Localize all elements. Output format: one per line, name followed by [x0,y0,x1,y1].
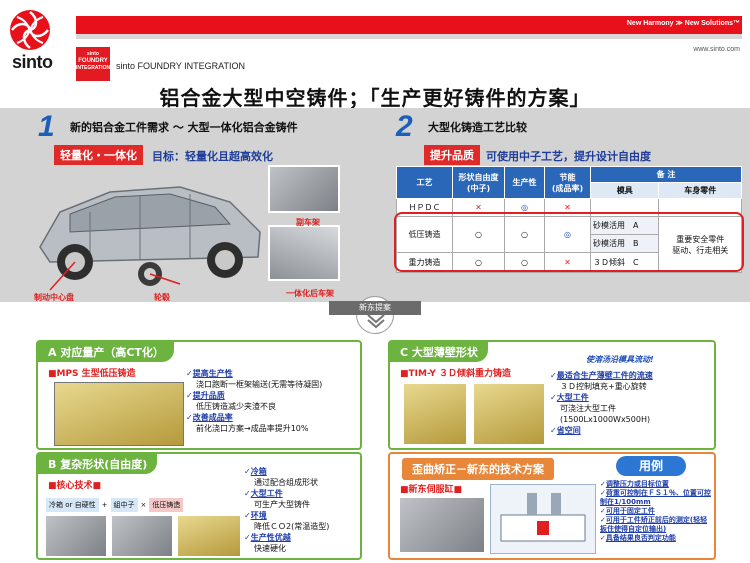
foundry-badge: sinto FOUNDRY INTEGRATION [76,47,110,81]
section2-heading: 大型化铸造工艺比较 [428,121,527,134]
badge-line: FOUNDRY [78,58,108,64]
bullet-body: ３Ｄ控制填充+重心旋转 [560,382,647,391]
panel-c: C 大型薄壁形状 使溶汤沿模具流动! ■TIM-Y ３Ｄ倾斜重力铸造 ✓最适合生… [388,340,716,450]
bullet-head: 大型工件 [250,489,283,498]
label-wheel: 轮毂 [154,293,170,302]
table-highlight-frame [394,212,744,272]
chip-sep: × [140,501,147,509]
lpdc-diagram-image [178,516,240,556]
bullet-head: 生产性优越 [250,533,291,542]
example-tag: 用例 [616,456,686,476]
label-rear-frame: 一体化后车架 [286,289,334,298]
mps-machine-image [54,382,184,446]
bullet-body: (1500Lx1000Wx500H) [560,415,651,424]
core-tech-chips: 冷箱 or 自硬性 + 組中子 × 低压铸造 [46,498,242,512]
bullet-body: 通过配合组成形状 [254,478,318,487]
servo-cylinder-diagram [490,484,596,554]
th-body-parts: 车身零件 [658,182,742,199]
bullet-head: 具备结果良否判定功能 [605,534,676,542]
label-subframe: 副车架 [296,218,320,227]
panel-d-subtitle: ■新东伺服缸■ [400,485,463,495]
bullet-item: ✓改善成品率 [186,413,233,422]
subframe-image [268,165,340,213]
company-name: sinto FOUNDRY INTEGRATION [116,61,246,71]
bullet-head: 环境 [250,511,267,520]
core-box-image [46,516,106,556]
section1-number: 1 [38,110,55,143]
bullet-item: ✓提高生产性 [186,369,233,378]
panel-b-title: B 复杂形状(自由度) [38,454,158,474]
badge-line: sinto [87,51,99,57]
panel-c-note: 使溶汤沿模具流动! [586,355,654,364]
divider-label: 新东提案 [329,301,421,315]
panel-a-bullets: ✓提高生产性 浇口跑断一框架输送(无需等待凝固) ✓提升品质 低压铸造减少夹渣不… [186,368,358,434]
panel-a-subtitle: ■MPS 生型低压铸造 [48,369,136,379]
section2-number: 2 [396,110,413,143]
bullet-head: 大型工件 [556,393,589,402]
th-shape: 形状自由度 (中子) [452,166,505,199]
bullet-body: 低压铸造减少夹渣不良 [196,402,276,411]
panel-d-title: 歪曲矫正－新东的技术方案 [402,458,554,480]
bullet-body: 前化浇口方案→成品率提升10% [196,424,309,433]
bullet-item: ✓提升品质 [186,391,225,400]
section2-goal: 可使用中子工艺，提升设计自由度 [486,150,651,163]
badge-line: INTEGRATION [76,65,111,71]
bullet-body: 浇口跑断一框架输送(无需等待凝固) [196,380,323,389]
header-grey-stripe [76,34,742,39]
rear-frame-image [268,225,340,281]
panel-b-subtitle: ■核心技术■ [48,481,102,491]
chassis-image [400,498,484,552]
th-notes: 备 注 [590,166,742,183]
core-assembly-image [112,516,172,556]
th-process: 工艺 [396,166,453,199]
bullet-head: 省空间 [556,426,581,435]
bullet-head: 改善成品率 [192,413,233,422]
section1-heading: 新的铝合金工件需求 ～ 大型一体化铝合金铸件 [70,121,298,134]
bullet-head: 提高生产性 [192,369,233,378]
section2-tag: 提升品质 [424,145,480,165]
panel-d: 歪曲矫正－新东的技术方案 用例 ■新东伺服缸■ ✓调整压力或目标位置 ✓荷重可控… [388,452,716,560]
panel-a: A 对应量产（高CT化） ■MPS 生型低压铸造 ✓提高生产性 浇口跑断一框架输… [36,340,362,450]
panel-d-bullets: ✓调整压力或目标位置 ✓荷重可控制在ＦＳ１％、位置可控制在1/100mm ✓可用… [600,480,711,542]
tilt-machine-image-2 [474,384,544,444]
bullet-body: 可浇注大型工件 [560,404,616,413]
bullet-head: 可用于固定工件 [605,507,655,515]
panel-c-title: C 大型薄壁形状 [390,342,488,362]
bullet-body: 可生产大型铸件 [254,500,310,509]
bullet-head: 调整压力或目标位置 [605,480,669,488]
panel-c-bullets: ✓最适合生产薄壁工件的流速 ３Ｄ控制填充+重心旋转 ✓大型工件 可浇注大型工件 … [550,370,714,436]
panel-a-title: A 对应量产（高CT化） [38,342,174,362]
chip: 低压铸造 [149,498,184,512]
chip-sep: + [101,501,108,509]
bullet-head: 提升品质 [192,391,225,400]
bullet-body: 快速硬化 [254,544,286,553]
sinto-logo-icon [8,8,52,52]
bullet-head: 可用于工件矫正前后的测定(轻轻扳住使得自定位输出) [600,516,708,533]
website-link[interactable]: www.sinto.com [693,46,740,53]
panel-c-subtitle: ■TIM-Y ３Ｄ倾斜重力铸造 [400,369,512,379]
car-body-image [30,162,270,292]
th-mold: 模具 [589,182,660,199]
label-brake-hub: 制动中心盘 [34,293,74,302]
logo-wordmark: sinto [12,52,53,72]
bullet-head: 最适合生产薄壁工件的流速 [556,371,653,380]
th-productivity: 生产性 [504,166,545,199]
bullet-head: 荷重可控制在ＦＳ１％、位置可控制在1/100mm [600,489,711,506]
bullet-body: 降低ＣＯ2(常温造型) [254,522,330,531]
chip: 組中子 [110,498,138,512]
tagline: New Harmony ≫ New Solutions™ [626,20,740,27]
tilt-machine-image-1 [404,384,466,444]
panel-b-bullets: ✓冷箱 通过配合组成形状 ✓大型工件 可生产大型铸件 ✓环境 降低ＣＯ2(常温造… [244,466,360,554]
chip: 冷箱 or 自硬性 [46,498,99,512]
th-energy: 节能 (成品率) [544,166,591,199]
bullet-head: 冷箱 [250,467,267,476]
page-title: 铝合金大型中空铸件；「生产更好铸件的方案」 [159,86,591,110]
panel-b: B 复杂形状(自由度) ■核心技术■ 冷箱 or 自硬性 + 組中子 × 低压铸… [36,452,362,560]
